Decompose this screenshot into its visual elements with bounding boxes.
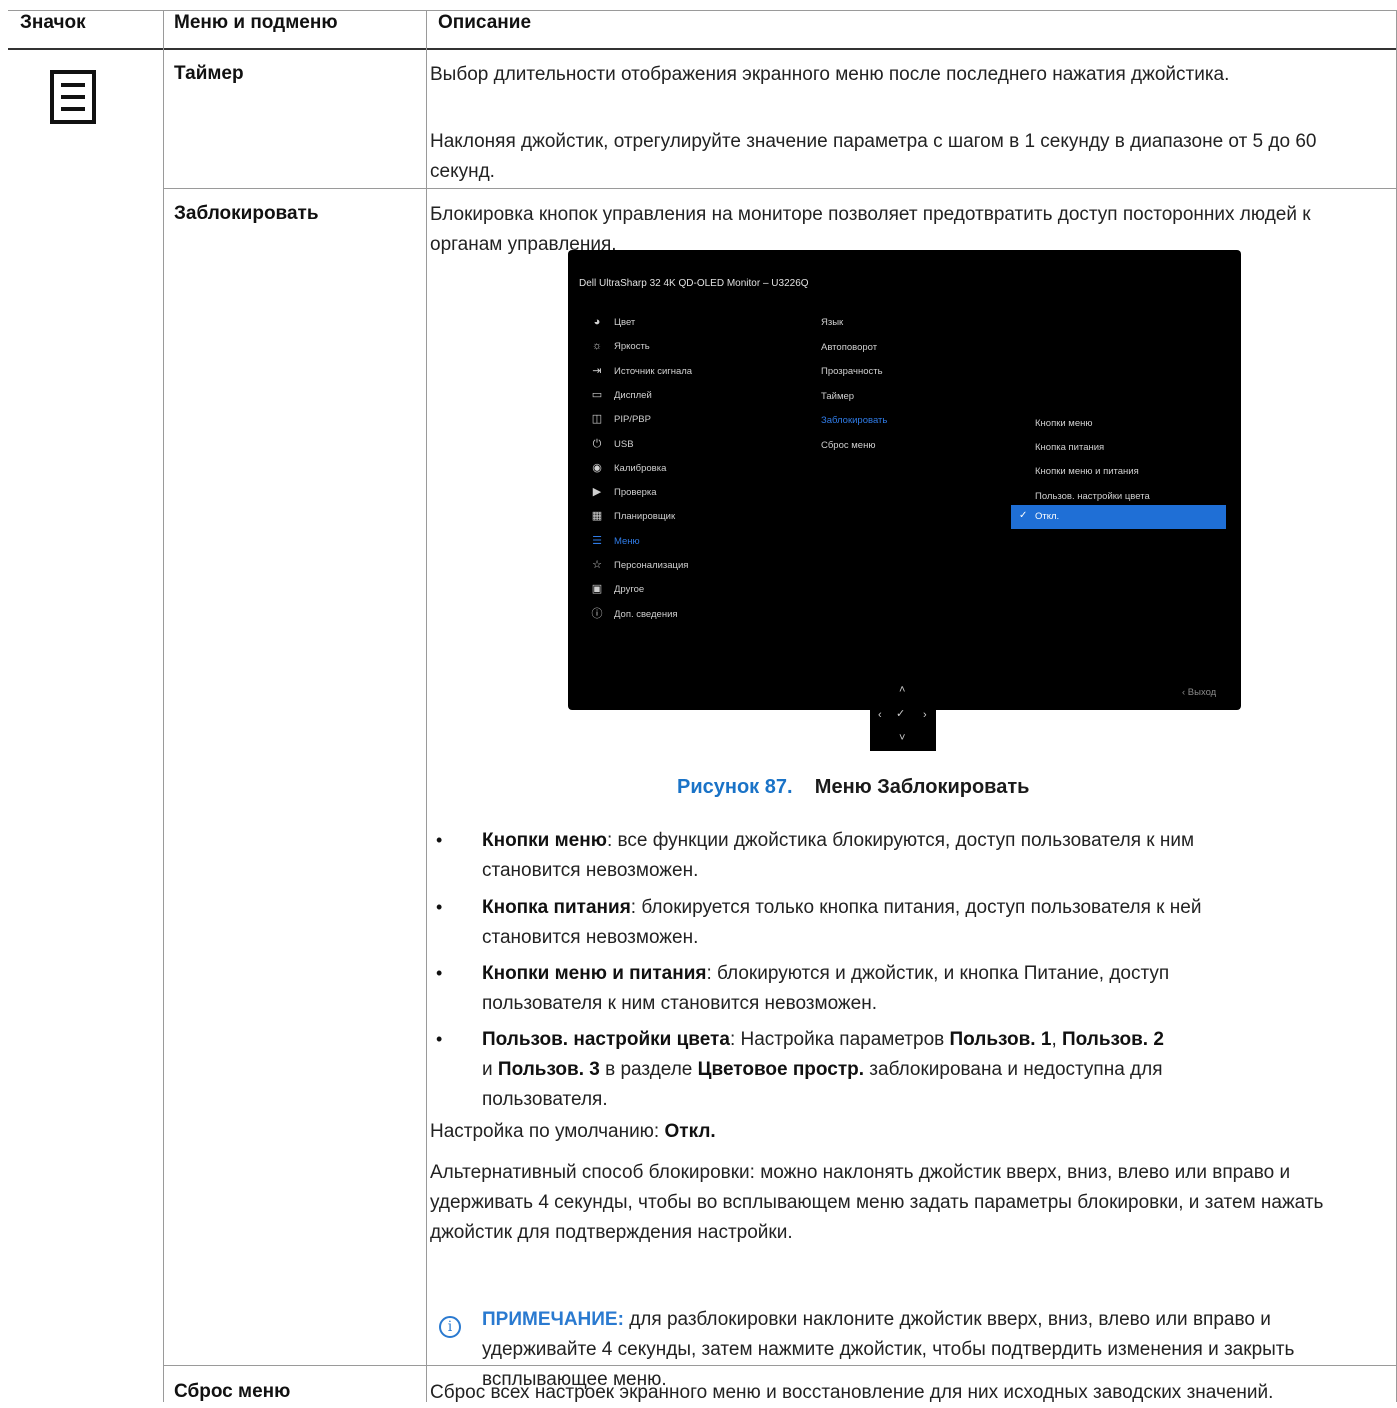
figure-number: Рисунок 87. [677,776,793,798]
display-icon: ▭ [591,388,603,401]
header-description-column: Описание [438,12,532,33]
joystick-indicator: ˄ ‹ ✓ › ˅ [870,678,936,751]
palette-icon: ◕ [593,316,601,328]
bullet-power-button: Кнопка питания: блокируется только кнопк… [482,897,1202,948]
joystick-up-icon: ˄ [899,684,906,696]
row-divider-timer [163,188,1397,189]
menu-item-lock: Заблокировать [174,203,319,224]
bullet-icon: • [436,963,443,983]
others-icon: ▣ [591,583,603,596]
pip-pbp-icon: ◫ [591,413,603,426]
bullet-icon: • [436,897,443,917]
osd-submenu-item[interactable]: Сброс меню [821,440,875,451]
info-icon: ⓘ [591,607,603,620]
osd-selected-option: ✓ Откл. [1011,505,1226,529]
brightness-icon: ☼ [591,340,603,353]
header-icon-column: Значок [20,12,86,33]
joystick-confirm-icon: ✓ [896,708,906,720]
check-icon: ✓ [1019,510,1028,521]
osd-menu-item[interactable]: Цвет [614,317,635,328]
joystick-left-icon: ‹ [878,709,882,721]
bullet-custom-color: Пользов. настройки цвета: Настройка пара… [482,1029,1164,1110]
osd-menu-item[interactable]: Источник сигнала [614,366,692,377]
default-setting: Настройка по умолчанию: Откл. [430,1121,716,1142]
osd-menu-item[interactable]: Планировщик [614,511,675,522]
figure-title: Меню Заблокировать [814,776,1030,798]
osd-menu-item[interactable]: Яркость [614,341,650,352]
header-menu-column: Меню и подменю [174,12,338,33]
osd-menu-item[interactable]: Дисплей [614,390,652,401]
osd-option-item[interactable]: Кнопки меню и питания [1035,466,1139,477]
osd-menu-item[interactable]: Другое [614,584,644,595]
osd-submenu-item[interactable]: Заблокировать [821,415,887,426]
figure-caption: Рисунок 87. Меню Заблокировать [677,776,1029,799]
bullet-menu-and-power: Кнопки меню и питания: блокируются и джо… [482,963,1170,1014]
menu-icon [50,70,96,124]
bullet-menu-buttons: Кнопки меню: все функции джойстика блоки… [482,830,1195,881]
info-icon: i [439,1316,461,1338]
menu-icon: ☰ [592,534,602,547]
osd-menu-item[interactable]: Калибровка [614,463,666,474]
col-border-1 [163,10,164,1402]
usb-icon: ⏻ [592,437,602,450]
calibration-icon: ◉ [592,461,602,474]
osd-exit: ‹ Выход [1182,687,1217,698]
osd-screenshot: Dell UltraSharp 32 4K QD-OLED Monitor – … [568,250,1241,710]
bullet-icon: • [436,1029,443,1049]
star-icon: ☆ [592,559,602,571]
table-top-border [8,10,1397,11]
osd-menu-item[interactable]: USB [614,439,634,450]
scheduler-icon: ▦ [591,510,603,523]
col-border-2 [426,10,427,1402]
validation-icon: ▶ [592,486,602,499]
alternative-lock-method: Альтернативный способ блокировки: можно … [430,1162,1324,1243]
osd-menu-item[interactable]: Доп. сведения [614,609,678,620]
osd-option-item[interactable]: Кнопки меню [1035,418,1093,429]
osd-option-item[interactable]: Пользов. настройки цвета [1035,491,1150,502]
osd-menu-item[interactable]: Проверка [614,487,657,498]
osd-title: Dell UltraSharp 32 4K QD-OLED Monitor – … [579,278,809,289]
osd-submenu-item[interactable]: Язык [821,317,843,328]
reset-description: Сброс всех настроек экранного меню и вос… [430,1382,1274,1403]
input-source-icon: ⇥ [592,364,602,377]
timer-description-1: Выбор длительности отображения экранного… [430,64,1230,85]
osd-option-item[interactable]: Кнопка питания [1035,442,1104,453]
osd-submenu-item[interactable]: Прозрачность [821,366,883,377]
osd-submenu-item[interactable]: Таймер [821,391,854,402]
timer-description-2: Наклоняя джойстик, отрегулируйте значени… [430,131,1317,182]
osd-menu-item[interactable]: Персонализация [614,560,688,571]
header-bottom-border [8,48,1397,50]
joystick-right-icon: › [923,709,927,721]
osd-submenu-item[interactable]: Автоповорот [821,342,877,353]
bullet-icon: • [436,830,443,850]
joystick-down-icon: ˅ [899,732,906,744]
menu-item-timer: Таймер [174,63,244,84]
osd-menu-item[interactable]: Меню [614,536,640,547]
osd-menu-item[interactable]: PIP/PBP [614,414,651,425]
menu-item-reset: Сброс меню [174,1381,291,1402]
